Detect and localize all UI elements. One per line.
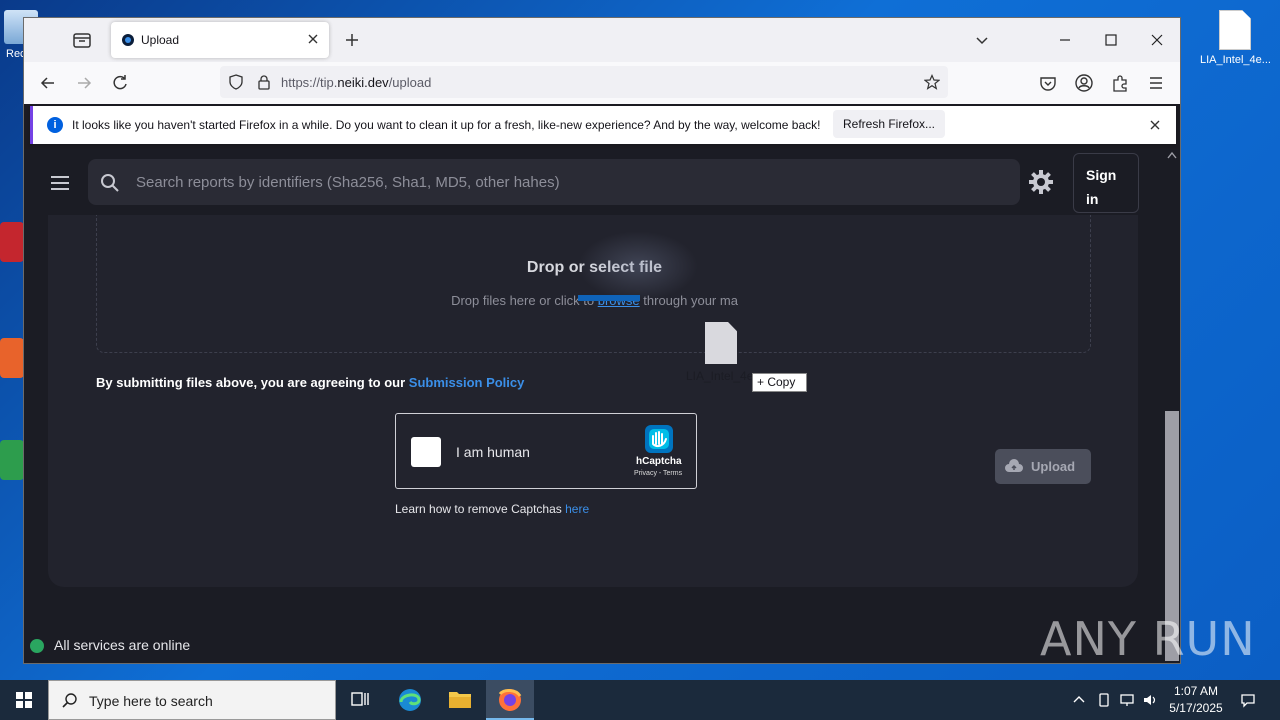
hcaptcha-widget: I am human hCaptcha Privacy - Terms	[395, 413, 697, 489]
notifications-icon[interactable]	[1240, 692, 1256, 708]
submission-policy-link[interactable]: Submission Policy	[409, 375, 525, 390]
edge-browser-icon[interactable]	[386, 680, 434, 720]
clock-date: 5/17/2025	[1169, 701, 1223, 715]
hcaptcha-terms[interactable]: Privacy - Terms	[634, 470, 682, 477]
notification-text: It looks like you haven't started Firefo…	[72, 118, 821, 132]
firefox-icon	[498, 689, 522, 711]
info-icon: i	[47, 117, 63, 133]
anyrun-watermark: ANY RUN	[1040, 612, 1256, 666]
pocket-icon[interactable]	[1038, 73, 1058, 93]
search-placeholder: Search reports by identifiers (Sha256, S…	[136, 174, 560, 191]
url-text: https://tip.neiki.dev/upload	[281, 75, 431, 90]
volume-icon[interactable]	[1142, 692, 1158, 708]
desktop-icon-label: LIA_Intel_4e...	[1200, 54, 1271, 66]
desktop-app-icon-red[interactable]	[0, 222, 24, 262]
maximize-icon[interactable]	[1101, 30, 1121, 50]
minimize-icon[interactable]	[1055, 30, 1075, 50]
back-icon[interactable]	[38, 73, 58, 93]
tab-title: Upload	[141, 33, 180, 47]
task-view-icon[interactable]	[336, 680, 384, 720]
forward-icon[interactable]	[74, 73, 94, 93]
dragged-file-label: LIA_Intel_4e	[686, 369, 754, 383]
firefox-window: Upload https://tip.neiki.dev/upload i It…	[24, 18, 1180, 663]
settings-gear-icon[interactable]	[1028, 169, 1054, 195]
dragged-file-icon	[705, 322, 737, 364]
windows-start-icon[interactable]	[0, 680, 48, 720]
page-content: Drop or select file Drop files here or c…	[24, 149, 1180, 663]
scroll-up-icon[interactable]	[1167, 151, 1177, 159]
taskbar-search-placeholder: Type here to search	[89, 693, 213, 709]
tab-upload[interactable]: Upload	[111, 22, 329, 58]
file-explorer-icon[interactable]	[436, 680, 484, 720]
upload-button-label: Upload	[1031, 459, 1076, 474]
search-icon	[62, 693, 77, 708]
learn-text: Learn how to remove Captchas	[395, 502, 566, 516]
desktop-app-icon-orange[interactable]	[0, 338, 24, 378]
upload-button[interactable]: Upload	[995, 449, 1091, 484]
hamburger-menu-icon[interactable]	[50, 175, 70, 191]
captcha-checkbox[interactable]	[411, 437, 441, 467]
taskbar-search[interactable]: Type here to search	[48, 680, 336, 720]
sign-in-button[interactable]: Sign in	[1073, 153, 1139, 213]
drag-ghost-bar	[578, 295, 640, 301]
desktop-app-icon-green[interactable]	[0, 440, 24, 480]
close-tab-icon[interactable]	[305, 31, 321, 47]
url-prefix: https://tip.	[281, 75, 338, 90]
close-notification-icon[interactable]	[1148, 118, 1162, 132]
network-icon[interactable]	[1119, 692, 1135, 708]
device-icon[interactable]	[1096, 692, 1112, 708]
report-search-input[interactable]: Search reports by identifiers (Sha256, S…	[88, 159, 1020, 205]
shield-icon[interactable]	[228, 74, 244, 90]
hcaptcha-brand: hCaptcha	[636, 456, 682, 467]
captcha-help-text: Learn how to remove Captchas here	[395, 502, 589, 516]
taskbar: Type here to search 1:07 AM 5/17/2025	[0, 680, 1280, 720]
close-window-icon[interactable]	[1147, 30, 1167, 50]
drag-ghost-blur	[578, 231, 698, 301]
remove-captcha-link[interactable]: here	[565, 502, 589, 516]
status-online-icon	[30, 639, 44, 653]
policy-text: By submitting files above, you are agree…	[96, 375, 409, 390]
clock-time: 1:07 AM	[1173, 684, 1219, 698]
cloud-upload-icon	[1005, 459, 1023, 472]
search-icon	[101, 174, 119, 192]
account-icon[interactable]	[1074, 73, 1094, 93]
copy-badge: + Copy	[752, 373, 807, 392]
status-text: All services are online	[54, 637, 191, 653]
tab-bar: Upload	[24, 18, 1180, 62]
new-tab-icon[interactable]	[342, 30, 362, 50]
app-menu-icon[interactable]	[1146, 73, 1166, 93]
tray-overflow-chevron-icon[interactable]	[1071, 692, 1087, 708]
url-path: /upload	[388, 75, 432, 90]
reload-icon[interactable]	[110, 73, 130, 93]
system-clock[interactable]: 1:07 AM 5/17/2025	[1160, 683, 1232, 717]
hcaptcha-logo-icon	[645, 425, 673, 453]
drop-sub-text: Drop files here or click to	[451, 293, 598, 308]
bookmark-star-icon[interactable]	[924, 74, 940, 90]
desktop-icon-label: Rec	[6, 48, 26, 60]
site-favicon-icon	[122, 34, 134, 46]
captcha-label: I am human	[456, 444, 530, 460]
upload-card: Drop or select file Drop files here or c…	[48, 215, 1138, 587]
page-scrollbar[interactable]	[1164, 149, 1180, 663]
site-header: Search reports by identifiers (Sha256, S…	[24, 149, 1180, 215]
lock-icon[interactable]	[256, 74, 272, 90]
url-host: neiki.dev	[337, 75, 389, 90]
list-all-tabs-icon[interactable]	[972, 30, 992, 50]
file-icon	[1219, 10, 1251, 50]
submission-policy-text: By submitting files above, you are agree…	[96, 375, 524, 390]
url-bar[interactable]: https://tip.neiki.dev/upload	[220, 66, 948, 98]
extensions-icon[interactable]	[1110, 73, 1130, 93]
desktop-icon-lia-intel[interactable]: LIA_Intel_4e...	[1200, 10, 1271, 66]
firefox-view-icon[interactable]	[70, 28, 94, 52]
firefox-taskbar-item[interactable]	[486, 680, 534, 720]
nav-bar: https://tip.neiki.dev/upload	[24, 62, 1180, 104]
refresh-firefox-button[interactable]: Refresh Firefox...	[833, 110, 945, 138]
firefox-refresh-notification: i It looks like you haven't started Fire…	[30, 106, 1176, 144]
